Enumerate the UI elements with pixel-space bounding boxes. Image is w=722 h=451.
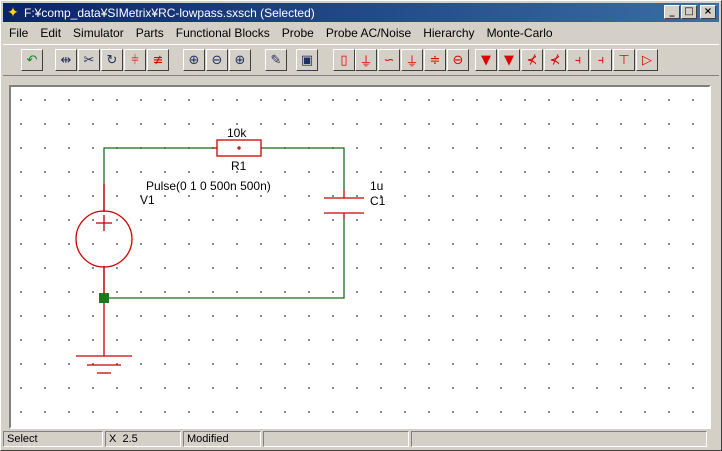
zoom-fit-icon: ⊕: [188, 52, 200, 68]
pencil-button[interactable]: ✎: [265, 49, 287, 71]
application-window: ✦ F:¥comp_data¥SIMetrix¥RC-lowpass.sxsch…: [0, 0, 722, 451]
source-ref-label[interactable]: V1: [140, 193, 155, 207]
source-value-label[interactable]: Pulse(0 1 0 500n 500n): [146, 179, 271, 193]
cut-icon: ✂: [83, 52, 95, 68]
window-controls: _ □ ×: [663, 5, 716, 19]
ground-button[interactable]: ⏚: [401, 49, 423, 71]
wire-bottom[interactable]: [103, 219, 345, 299]
menu-probe-ac-noise[interactable]: Probe AC/Noise: [320, 26, 417, 40]
inductor-icon: ∽: [383, 52, 395, 68]
menu-hierarchy[interactable]: Hierarchy: [417, 26, 480, 40]
pnp-icon: ⊀: [549, 52, 561, 68]
source-icon: ⊖: [452, 52, 464, 68]
source-button[interactable]: ⊖: [447, 49, 469, 71]
capacitor-icon: ⏚: [359, 54, 373, 70]
inductor-button[interactable]: ∽: [378, 49, 400, 71]
capacitor-button[interactable]: ⏚: [355, 49, 377, 71]
rotate-button[interactable]: ↻: [101, 49, 123, 71]
status-panel-empty-1: [263, 431, 409, 447]
status-coord-value: 2.5: [122, 433, 138, 445]
resistor-icon: ▯: [340, 52, 348, 68]
status-coord-label: X: [109, 433, 117, 445]
menu-file[interactable]: File: [3, 26, 34, 40]
battery-button[interactable]: ≑: [424, 49, 446, 71]
ground-symbol[interactable]: [76, 298, 132, 374]
zoom-out-button[interactable]: ⊖: [206, 49, 228, 71]
menu-parts[interactable]: Parts: [130, 26, 170, 40]
pencil-icon: ✎: [270, 52, 282, 68]
menu-monte-carlo[interactable]: Monte-Carlo: [481, 26, 559, 40]
close-button[interactable]: ×: [700, 5, 716, 19]
rotate-icon: ↻: [106, 52, 118, 68]
capacitor-c1[interactable]: [324, 190, 364, 219]
zoom-in-button[interactable]: ⊕: [229, 49, 251, 71]
pmos-button[interactable]: ⫞: [590, 49, 612, 71]
zener-icon: ▼: [504, 52, 514, 68]
schematic-canvas-frame: 10k R1 1u C1 Pulse(0 1 0 500n 500n) V1: [9, 85, 711, 429]
diode-icon: ▼: [481, 52, 491, 68]
toolbar: ↶ ⇹ ✂ ↻ ⫩ ≢ ⊕ ⊖ ⊕ ✎ ▣ ▯ ⏚ ∽ ⏚ ≑ ⊖ ▼ ▼ ⊀ ⊀ ⫞ ⫞ ⊤ ▷: [3, 44, 719, 76]
resistor-ref-label[interactable]: R1: [231, 159, 246, 173]
zener-button[interactable]: ▼: [498, 49, 520, 71]
pnp-button[interactable]: ⊀: [544, 49, 566, 71]
status-bar: Select X 2.5 Modified: [3, 431, 719, 449]
status-state: Modified: [183, 431, 261, 447]
run-button[interactable]: ▣: [296, 49, 318, 71]
delete-wire-button[interactable]: ⫩: [124, 49, 146, 71]
capacitor-ref-label[interactable]: C1: [370, 194, 385, 208]
run-icon: ▣: [300, 52, 314, 68]
wire-top-right[interactable]: [262, 147, 345, 190]
schematic-drawing: [75, 139, 364, 374]
maximize-button[interactable]: □: [681, 5, 697, 19]
menu-bar: File Edit Simulator Parts Functional Blocks P…: [3, 23, 719, 42]
undo-icon: ↶: [26, 52, 38, 68]
app-icon: ✦: [7, 4, 19, 21]
zoom-in-icon: ⊕: [234, 52, 246, 68]
mirror-button[interactable]: ⇹: [55, 49, 77, 71]
diode-button[interactable]: ▼: [475, 49, 497, 71]
njfet-button[interactable]: ⊤: [613, 49, 635, 71]
bus-button[interactable]: ≢: [147, 49, 169, 71]
status-panel-empty-2: [411, 431, 707, 447]
menu-probe[interactable]: Probe: [276, 26, 320, 40]
opamp-button[interactable]: ▷: [636, 49, 658, 71]
resistor-value-label[interactable]: 10k: [227, 126, 246, 140]
menu-functional-blocks[interactable]: Functional Blocks: [170, 26, 276, 40]
undo-button[interactable]: ↶: [21, 49, 43, 71]
wire-junction[interactable]: [99, 293, 109, 303]
nmos-icon: ⫞: [574, 52, 582, 68]
voltage-source-v1[interactable]: [75, 184, 133, 298]
menu-simulator[interactable]: Simulator: [67, 26, 130, 40]
minimize-button[interactable]: _: [664, 5, 680, 19]
mirror-icon: ⇹: [60, 52, 72, 68]
status-coordinates: X 2.5: [105, 431, 181, 447]
opamp-icon: ▷: [642, 52, 652, 68]
ground-icon: ⏚: [405, 54, 419, 70]
resistor-r1[interactable]: [213, 139, 262, 157]
window-title: F:¥comp_data¥SIMetrix¥RC-lowpass.sxsch (…: [24, 5, 315, 20]
capacitor-value-label[interactable]: 1u: [370, 179, 383, 193]
npn-button[interactable]: ⊀: [521, 49, 543, 71]
menu-edit[interactable]: Edit: [34, 26, 67, 40]
title-bar[interactable]: ✦ F:¥comp_data¥SIMetrix¥RC-lowpass.sxsch…: [3, 3, 719, 22]
schematic-canvas[interactable]: 10k R1 1u C1 Pulse(0 1 0 500n 500n) V1: [11, 87, 709, 427]
nmos-button[interactable]: ⫞: [567, 49, 589, 71]
pmos-icon: ⫞: [597, 52, 605, 68]
zoom-out-icon: ⊖: [211, 52, 223, 68]
status-mode: Select: [3, 431, 103, 447]
delete-wire-icon: ⫩: [131, 52, 139, 68]
battery-icon: ≑: [429, 52, 441, 68]
resistor-button[interactable]: ▯: [333, 49, 355, 71]
zoom-fit-button[interactable]: ⊕: [183, 49, 205, 71]
bus-icon: ≢: [152, 52, 164, 68]
npn-icon: ⊀: [526, 52, 538, 68]
njfet-icon: ⊤: [618, 52, 630, 68]
cut-button[interactable]: ✂: [78, 49, 100, 71]
